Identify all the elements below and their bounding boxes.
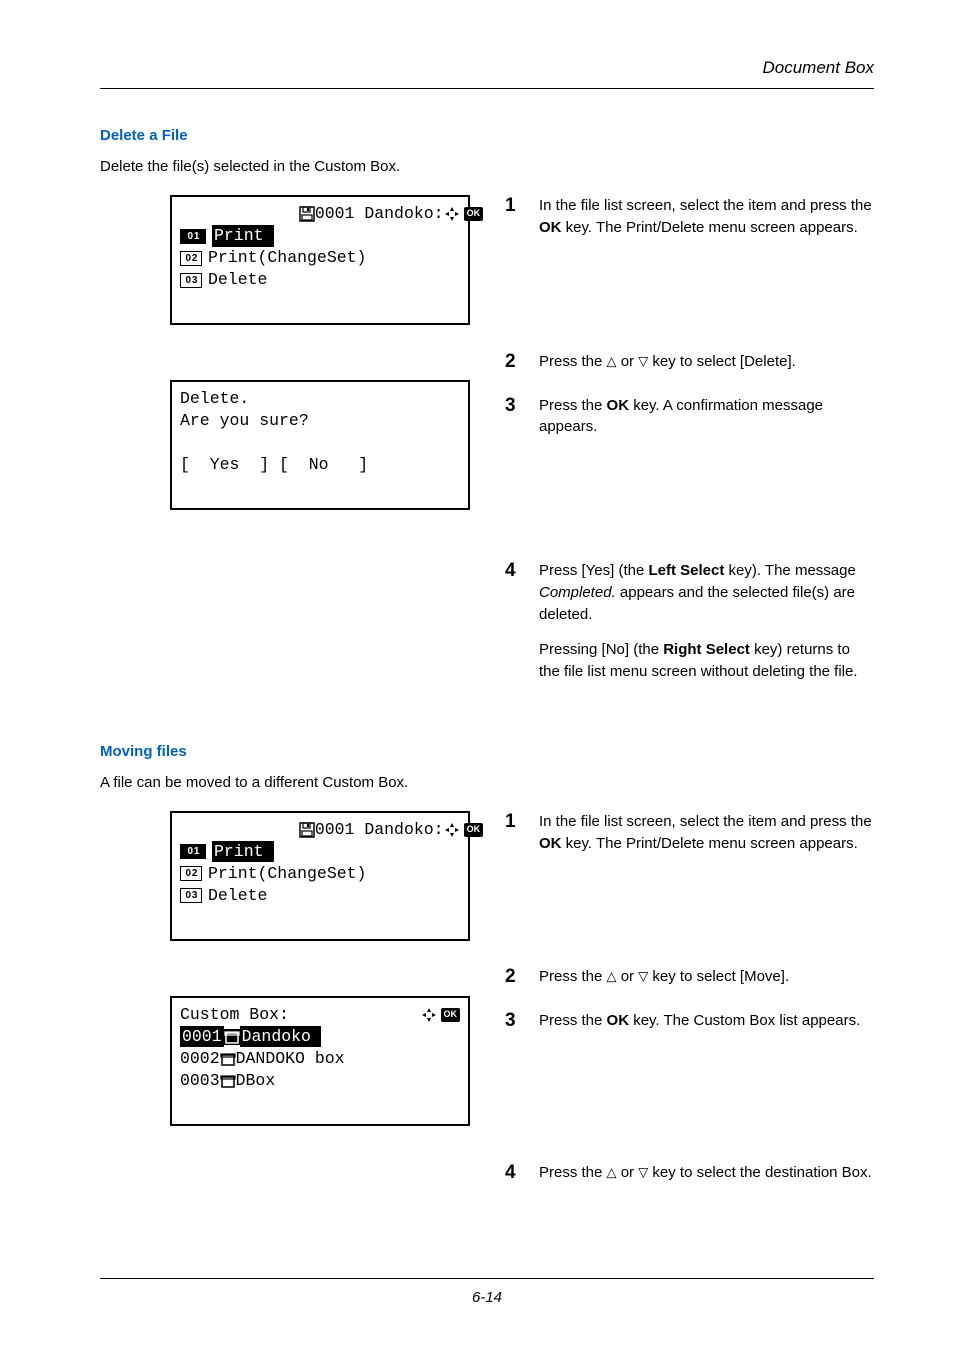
step4-p1key: Left Select: [649, 562, 725, 579]
step3-a: Press the: [539, 397, 607, 414]
lcd2-title: 0001 Dandoko:: [315, 820, 444, 839]
confirm-buttons: [ Yes ] [ No ]: [180, 454, 460, 476]
footer-rule: [100, 1278, 874, 1279]
mstep2-c: key to select [Move].: [648, 968, 789, 985]
step2-a: Press the: [539, 353, 607, 370]
step4-p1i: Completed.: [539, 584, 616, 601]
delete-file-heading: Delete a File: [100, 127, 874, 144]
page-number: 6-14: [100, 1289, 874, 1306]
lcd-title: 0001 Dandoko:: [315, 204, 444, 223]
ok-icon: OK: [441, 1008, 461, 1022]
header-rule: [100, 88, 874, 89]
step2-b: or: [617, 353, 639, 370]
m-row3-num: 0 3: [180, 888, 202, 903]
mstep2-num: 2: [505, 966, 539, 988]
lcd-nav-icons: OK: [444, 822, 484, 838]
mstep4-c: key to select the destination Box.: [648, 1164, 871, 1181]
cb3-id: 0003: [180, 1070, 220, 1091]
moving-files-columns: 0001 Dandoko: OK 0 1 Print 0 2 Print(Chang…: [100, 811, 874, 1207]
delete-file-intro: Delete the file(s) selected in the Custo…: [100, 158, 874, 175]
mstep4-a: Press the: [539, 1164, 607, 1181]
lcd-custom-box-list: Custom Box: OK 0001 Dandoko 0002 DANDOKO b…: [170, 996, 470, 1126]
ok-icon: OK: [464, 207, 484, 221]
step3-key: OK: [607, 397, 630, 414]
cb3-name: DBox: [236, 1070, 276, 1091]
confirm-line2: Are you sure?: [180, 410, 460, 432]
mstep2-b: or: [617, 968, 639, 985]
step1-a: In the file list screen, select the item…: [539, 197, 872, 214]
up-triangle-icon: △: [607, 353, 617, 368]
down-triangle-icon: ▽: [638, 969, 648, 984]
row1-num: 0 1: [180, 229, 206, 244]
down-triangle-icon: ▽: [638, 1165, 648, 1180]
floppy-icon: [299, 822, 315, 838]
row3-label: Delete: [208, 269, 267, 290]
dpad-icon: [444, 822, 460, 838]
mstep2-a: Press the: [539, 968, 607, 985]
ok-icon: OK: [464, 823, 484, 837]
box-icon: [220, 1051, 236, 1067]
delete-file-columns: 0001 Dandoko: OK 0 1 Print 0 2 Print(Chang…: [100, 195, 874, 705]
m-row2-label: Print(ChangeSet): [208, 863, 366, 884]
mstep4-num: 4: [505, 1162, 539, 1184]
mstep1-a: In the file list screen, select the item…: [539, 813, 872, 830]
mstep3-num: 3: [505, 1010, 539, 1032]
up-triangle-icon: △: [607, 1165, 617, 1180]
up-triangle-icon: △: [607, 969, 617, 984]
box-icon: [220, 1073, 236, 1089]
step1-b: key. The Print/Delete menu screen appear…: [562, 219, 858, 236]
row1-label: Print: [212, 225, 274, 246]
step4-p2key: Right Select: [663, 641, 750, 658]
mstep1-b: key. The Print/Delete menu screen appear…: [562, 835, 858, 852]
lcd-column-2: 0001 Dandoko: OK 0 1 Print 0 2 Print(Chang…: [100, 811, 485, 1156]
lcd-column: 0001 Dandoko: OK 0 1 Print 0 2 Print(Chang…: [100, 195, 485, 540]
m-row1-label: Print: [212, 841, 274, 862]
row3-num: 0 3: [180, 273, 202, 288]
step4-p1a: Press [Yes] (the: [539, 562, 649, 579]
mstep3-a: Press the: [539, 1012, 607, 1029]
lcd-nav-icons: OK: [444, 206, 484, 222]
row2-num: 0 2: [180, 251, 202, 266]
delete-steps: 1 In the file list screen, select the it…: [485, 195, 874, 705]
step2-num: 2: [505, 351, 539, 373]
mstep4-b: or: [617, 1164, 639, 1181]
lcd-confirm-delete: Delete. Are you sure? [ Yes ] [ No ]: [170, 380, 470, 510]
mstep3-key: OK: [607, 1012, 630, 1029]
step4-p1b: key). The message: [724, 562, 855, 579]
lcd-print-menu-2: 0001 Dandoko: OK 0 1Print 0 2Print(Chang…: [170, 811, 470, 941]
confirm-line1: Delete.: [180, 388, 460, 410]
lcd-print-menu: 0001 Dandoko: OK 0 1Print 0 2Print(Chang…: [170, 195, 470, 325]
step4-p2a: Pressing [No] (the: [539, 641, 663, 658]
down-triangle-icon: ▽: [638, 353, 648, 368]
box-icon: [224, 1029, 240, 1045]
cb2-name: DANDOKO box: [236, 1048, 345, 1069]
cb-title: Custom Box:: [180, 1004, 289, 1025]
cb2-id: 0002: [180, 1048, 220, 1069]
step2-c: key to select [Delete].: [648, 353, 796, 370]
cb1-name: Dandoko: [240, 1026, 321, 1047]
m-row3-label: Delete: [208, 885, 267, 906]
mstep1-key: OK: [539, 835, 562, 852]
m-row2-num: 0 2: [180, 866, 202, 881]
step3-num: 3: [505, 395, 539, 417]
step1-key: OK: [539, 219, 562, 236]
dpad-icon: [444, 206, 460, 222]
step4-num: 4: [505, 560, 539, 582]
cb1-id: 0001: [180, 1026, 224, 1047]
m-row1-num: 0 1: [180, 844, 206, 859]
mstep3-b: key. The Custom Box list appears.: [629, 1012, 860, 1029]
lcd-nav-icons: OK: [421, 1007, 461, 1023]
dpad-icon: [421, 1007, 437, 1023]
moving-steps: 1 In the file list screen, select the it…: [485, 811, 874, 1207]
mstep1-num: 1: [505, 811, 539, 833]
floppy-icon: [299, 206, 315, 222]
page-footer: 6-14: [100, 1278, 874, 1306]
row2-label: Print(ChangeSet): [208, 247, 366, 268]
step1-num: 1: [505, 195, 539, 217]
moving-files-heading: Moving files: [100, 743, 874, 760]
moving-files-intro: A file can be moved to a different Custo…: [100, 774, 874, 791]
page-header: Document Box: [100, 58, 874, 86]
